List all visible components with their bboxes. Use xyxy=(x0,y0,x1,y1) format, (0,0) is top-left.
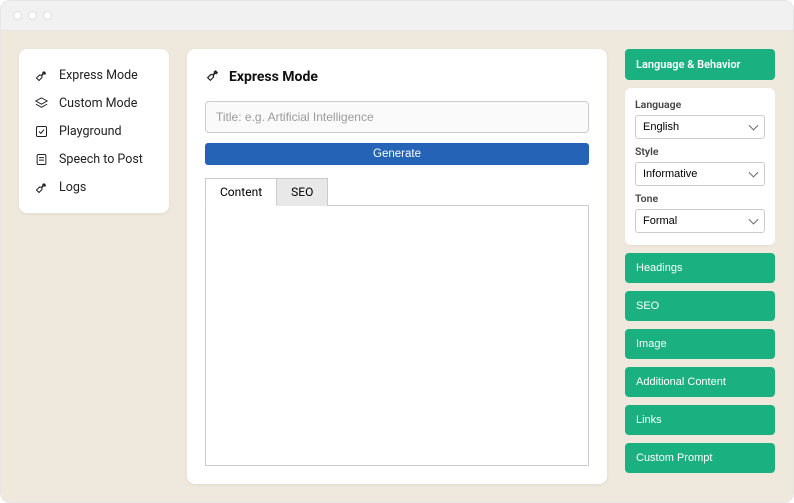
sidebar-item-label: Playground xyxy=(59,124,122,139)
panel-language-behavior-header[interactable]: Language & Behavior xyxy=(625,49,775,80)
style-select[interactable]: Informative xyxy=(635,162,765,186)
style-select-wrap: Informative xyxy=(635,162,765,186)
panel-additional-content-button[interactable]: Additional Content xyxy=(625,367,775,397)
sidebar-item-label: Express Mode xyxy=(59,68,138,83)
language-select-wrap: English xyxy=(635,115,765,139)
window-dot xyxy=(13,11,22,20)
titlebar xyxy=(1,1,793,31)
panel-headings-button[interactable]: Headings xyxy=(625,253,775,283)
layers-icon xyxy=(33,95,49,111)
style-label: Style xyxy=(635,145,765,158)
right-column: Language & Behavior Language English Sty… xyxy=(625,49,775,484)
sidebar-item-label: Custom Mode xyxy=(59,96,137,111)
sidebar-item-logs[interactable]: Logs xyxy=(29,173,159,201)
tab-bar: Content SEO xyxy=(205,177,589,206)
checksquare-icon xyxy=(33,123,49,139)
panel-image-button[interactable]: Image xyxy=(625,329,775,359)
wrench-icon xyxy=(33,67,49,83)
page-title: Express Mode xyxy=(229,69,318,85)
sidebar-item-custom-mode[interactable]: Custom Mode xyxy=(29,89,159,117)
sidebar: Express Mode Custom Mode Playground Spee… xyxy=(19,49,169,213)
window-dot xyxy=(43,11,52,20)
note-icon xyxy=(33,151,49,167)
sidebar-item-playground[interactable]: Playground xyxy=(29,117,159,145)
sidebar-item-express-mode[interactable]: Express Mode xyxy=(29,61,159,89)
language-label: Language xyxy=(635,98,765,111)
tone-select-wrap: Formal xyxy=(635,209,765,233)
wrench-icon xyxy=(33,179,49,195)
panel-language-behavior-body: Language English Style Informative Tone … xyxy=(625,88,775,245)
wrench-icon xyxy=(205,67,221,87)
generate-button[interactable]: Generate xyxy=(205,143,589,165)
app-window: Express Mode Custom Mode Playground Spee… xyxy=(0,0,794,503)
content-textarea[interactable] xyxy=(205,206,589,466)
sidebar-item-label: Logs xyxy=(59,180,86,195)
sidebar-item-speech-to-post[interactable]: Speech to Post xyxy=(29,145,159,173)
window-dot xyxy=(28,11,37,20)
panel-custom-prompt-button[interactable]: Custom Prompt xyxy=(625,443,775,473)
tone-label: Tone xyxy=(635,192,765,205)
panel-seo-button[interactable]: SEO xyxy=(625,291,775,321)
content-area: Express Mode Custom Mode Playground Spee… xyxy=(1,31,793,502)
title-input[interactable] xyxy=(205,101,589,133)
tab-seo[interactable]: SEO xyxy=(277,178,328,206)
panel-links-button[interactable]: Links xyxy=(625,405,775,435)
tone-select[interactable]: Formal xyxy=(635,209,765,233)
sidebar-item-label: Speech to Post xyxy=(59,152,143,167)
tab-content[interactable]: Content xyxy=(205,178,277,206)
main-panel: Express Mode Generate Content SEO xyxy=(187,49,607,484)
main-header: Express Mode xyxy=(205,67,589,87)
language-select[interactable]: English xyxy=(635,115,765,139)
